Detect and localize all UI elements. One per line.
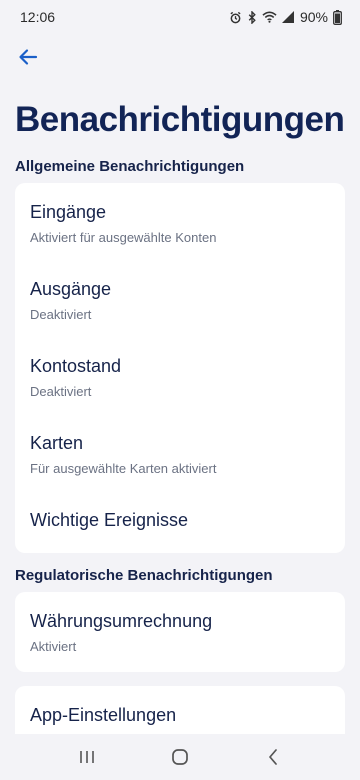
alarm-icon	[229, 11, 242, 24]
back-button[interactable]	[14, 43, 42, 71]
status-icons: 90%	[229, 9, 342, 25]
list-item-title: Ausgänge	[30, 279, 112, 299]
page-title: Benachrichtigungen	[15, 100, 345, 139]
section-header-general: Allgemeine Benachrichtigungen	[15, 158, 245, 175]
list-item-subtitle: Deaktiviert	[30, 384, 92, 399]
list-item-balance[interactable]: Kontostand Deaktiviert	[15, 343, 345, 420]
list-item-title: App-Einstellungen	[30, 705, 177, 725]
list-item-title: Karten	[30, 433, 84, 453]
back-nav-icon	[267, 748, 279, 766]
list-item-subtitle: Für ausgewählte Karten aktiviert	[30, 461, 217, 476]
notifications-screen: 12:06 90% Benachrichtigungen Allgemeine …	[0, 0, 360, 780]
list-item-outgoing[interactable]: Ausgänge Deaktiviert	[15, 266, 345, 343]
back-nav-button[interactable]	[243, 737, 303, 777]
list-item-currency-conversion[interactable]: Währungsumrechnung Aktiviert	[15, 598, 345, 666]
list-item-subtitle: Deaktiviert	[30, 307, 92, 322]
system-nav-bar	[0, 734, 360, 780]
status-time: 12:06	[20, 9, 56, 25]
list-item-subtitle: Aktiviert für ausgewählte Konten	[30, 230, 217, 245]
list-item-cards[interactable]: Karten Für ausgewählte Karten aktiviert	[15, 420, 345, 497]
list-item-subtitle: Aktiviert	[30, 639, 77, 654]
top-app-bar	[0, 34, 360, 80]
status-bar: 12:06 90%	[0, 0, 360, 34]
bluetooth-icon	[247, 10, 257, 24]
list-item-title: Kontostand	[30, 356, 122, 376]
general-notifications-card: Eingänge Aktiviert für ausgewählte Konte…	[15, 183, 345, 553]
arrow-left-icon	[18, 48, 38, 66]
signal-icon	[281, 11, 295, 23]
list-item-app-settings[interactable]: App-Einstellungen	[15, 692, 345, 738]
home-icon	[171, 748, 189, 766]
list-item-title: Währungsumrechnung	[30, 611, 213, 631]
list-item-title: Wichtige Ereignisse	[30, 510, 189, 530]
section-header-regulatory: Regulatorische Benachrichtigungen	[15, 567, 273, 584]
recent-apps-icon	[78, 749, 96, 765]
regulatory-notifications-card: Währungsumrechnung Aktiviert	[15, 592, 345, 672]
home-button[interactable]	[150, 737, 210, 777]
list-item-important-events[interactable]: Wichtige Ereignisse	[15, 497, 345, 547]
list-item-incoming[interactable]: Eingänge Aktiviert für ausgewählte Konte…	[15, 189, 345, 266]
wifi-icon	[262, 11, 277, 23]
recent-apps-button[interactable]	[57, 737, 117, 777]
battery-icon	[333, 9, 342, 25]
list-item-title: Eingänge	[30, 202, 107, 222]
battery-percent: 90%	[299, 9, 328, 25]
